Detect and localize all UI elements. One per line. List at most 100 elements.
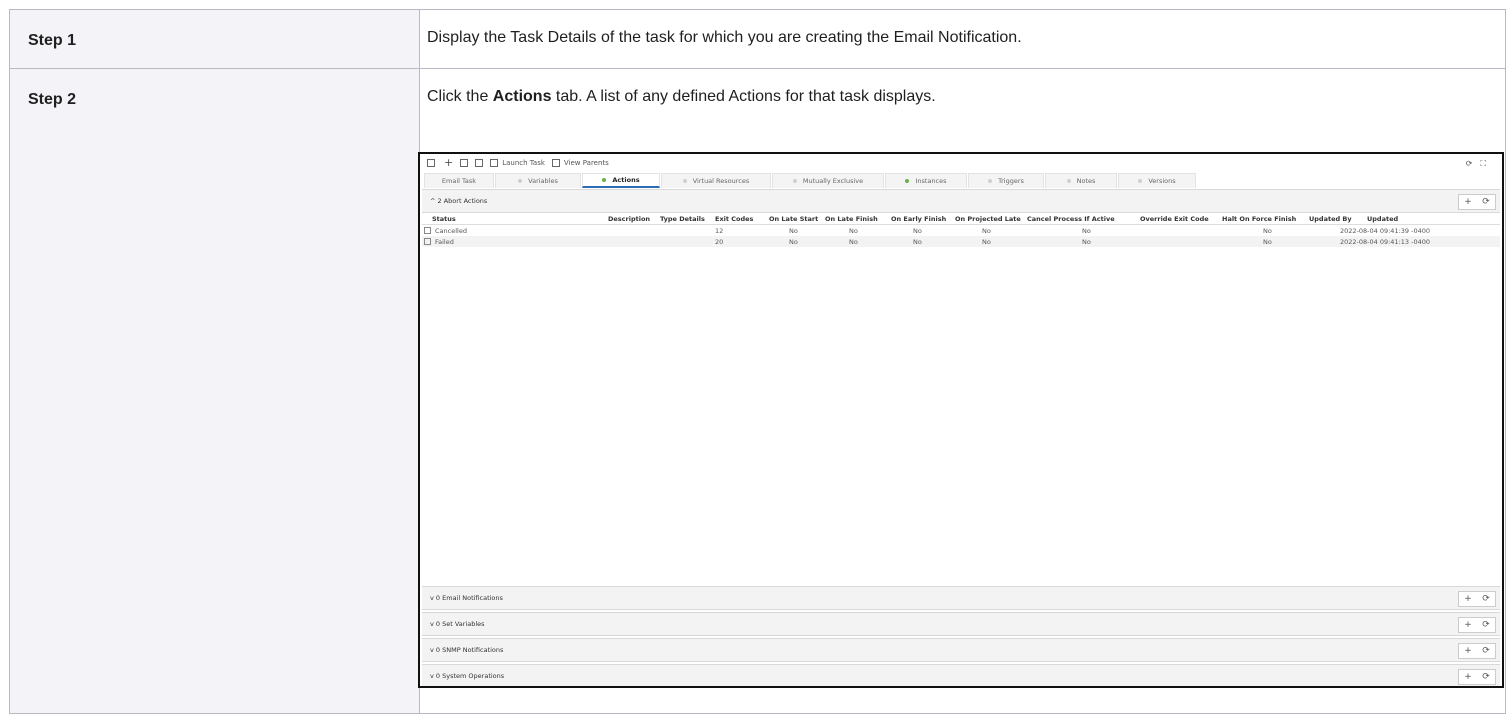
table-cell: No bbox=[982, 227, 991, 235]
status-dot-icon bbox=[518, 179, 523, 183]
section-title: 0 SNMP Notifications bbox=[433, 646, 504, 654]
table-cell: No bbox=[789, 238, 798, 246]
step-content-cell: Display the Task Details of the task for… bbox=[420, 10, 1505, 68]
column-header[interactable]: Description bbox=[608, 215, 650, 223]
actions-screenshot: + Launch Task View Parents ⟳⛶ Email Task… bbox=[418, 152, 1504, 688]
table-cell: 2022-08-04 09:41:13 -0400 bbox=[1340, 238, 1430, 246]
row-details-icon[interactable] bbox=[424, 238, 431, 245]
tab-email-task[interactable]: Email Task bbox=[424, 173, 494, 188]
task-toolbar: + Launch Task View Parents ⟳⛶ bbox=[420, 154, 1502, 172]
tab-label: Notes bbox=[1076, 177, 1096, 185]
section-label: v 0 System Operations bbox=[430, 672, 504, 680]
refresh-icon[interactable]: ⟳⛶ bbox=[1466, 159, 1494, 169]
step-text: Click the Actions tab. A list of any def… bbox=[427, 88, 936, 106]
column-header[interactable]: Halt On Force Finish bbox=[1222, 215, 1296, 223]
refresh-button[interactable]: ⟳ bbox=[1482, 197, 1490, 207]
tab-label: Triggers bbox=[998, 177, 1024, 185]
status-dot-icon bbox=[905, 179, 910, 183]
table-cell: No bbox=[1263, 238, 1272, 246]
table-cell: 20 bbox=[715, 238, 724, 246]
tab-virtual-resources[interactable]: Virtual Resources bbox=[661, 173, 771, 188]
section-title: 0 System Operations bbox=[433, 672, 505, 680]
column-header[interactable]: On Early Finish bbox=[891, 215, 946, 223]
add-icon[interactable]: + bbox=[444, 157, 453, 168]
chevron-up-icon: ^ bbox=[430, 197, 436, 205]
table-cell: No bbox=[849, 227, 858, 235]
table-cell: No bbox=[849, 238, 858, 246]
step-label-cell: Step 2 bbox=[10, 69, 420, 713]
section-buttons: + ⟳ bbox=[1458, 194, 1496, 210]
section-buttons: + ⟳ bbox=[1458, 591, 1496, 607]
step-label: Step 2 bbox=[28, 91, 77, 108]
table-row[interactable]: Cancelled 12 No No No No No No 2022-08-04 09:41:… bbox=[422, 225, 1500, 236]
column-header[interactable]: Updated By bbox=[1309, 215, 1352, 223]
section-label: v 0 SNMP Notifications bbox=[430, 646, 503, 654]
status-dot-icon bbox=[1138, 179, 1143, 183]
section-buttons: + ⟳ bbox=[1458, 643, 1496, 659]
column-header[interactable]: On Projected Late bbox=[955, 215, 1021, 223]
section-label: ^ 2 Abort Actions bbox=[430, 197, 487, 205]
abort-actions-section[interactable]: ^ 2 Abort Actions + ⟳ bbox=[422, 189, 1500, 213]
copy-icon[interactable] bbox=[460, 159, 469, 167]
column-header[interactable]: Updated bbox=[1367, 215, 1398, 223]
status-dot-icon bbox=[602, 178, 607, 182]
table-cell: Cancelled bbox=[424, 227, 467, 235]
add-button[interactable]: + bbox=[1464, 594, 1472, 604]
column-header[interactable]: Type Details bbox=[660, 215, 705, 223]
tab-label: Email Task bbox=[441, 177, 477, 185]
tab-label: Versions bbox=[1148, 177, 1176, 185]
tab-instances[interactable]: Instances bbox=[885, 173, 967, 188]
section-email-notifications[interactable]: v 0 Email Notifications + ⟳ bbox=[422, 586, 1500, 610]
refresh-button[interactable]: ⟳ bbox=[1482, 672, 1490, 682]
grid-header: Status Description Type Details Exit Codes O… bbox=[422, 213, 1500, 225]
section-system-operations[interactable]: v 0 System Operations + ⟳ bbox=[422, 664, 1500, 686]
add-button[interactable]: + bbox=[1464, 646, 1472, 656]
tab-label: Variables bbox=[528, 177, 558, 185]
step-text-before: Click the bbox=[427, 88, 493, 105]
step-text-after: tab. A list of any defined Actions for t… bbox=[551, 88, 936, 105]
tab-variables[interactable]: Variables bbox=[495, 173, 581, 188]
column-header[interactable]: On Late Finish bbox=[825, 215, 878, 223]
section-title: 0 Email Notifications bbox=[433, 594, 503, 602]
column-header[interactable]: Override Exit Code bbox=[1140, 215, 1209, 223]
tab-triggers[interactable]: Triggers bbox=[968, 173, 1044, 188]
tab-versions[interactable]: Versions bbox=[1118, 173, 1196, 188]
table-row[interactable]: Failed 20 No No No No No No 2022-08-04 09:41:13 … bbox=[422, 236, 1500, 247]
task-tabs: Email Task Variables Actions Virtual Resour… bbox=[424, 173, 1197, 188]
table-cell: No bbox=[1263, 227, 1272, 235]
table-cell: 2022-08-04 09:41:39 -0400 bbox=[1340, 227, 1430, 235]
status-dot-icon bbox=[1066, 179, 1071, 183]
save-icon[interactable] bbox=[427, 159, 435, 167]
launch-task-icon[interactable] bbox=[490, 159, 499, 167]
table-cell: No bbox=[789, 227, 798, 235]
add-button[interactable]: + bbox=[1464, 672, 1472, 682]
status-dot-icon bbox=[682, 179, 687, 183]
add-action-button[interactable]: + bbox=[1464, 197, 1472, 207]
table-cell: No bbox=[1082, 238, 1091, 246]
delete-icon[interactable] bbox=[475, 159, 484, 167]
column-header[interactable]: On Late Start bbox=[769, 215, 818, 223]
status-dot-icon bbox=[792, 179, 797, 183]
section-label: v 0 Set Variables bbox=[430, 620, 485, 628]
row-details-icon[interactable] bbox=[424, 227, 431, 234]
view-parents-icon[interactable] bbox=[551, 159, 560, 167]
tab-actions[interactable]: Actions bbox=[582, 173, 660, 188]
refresh-button[interactable]: ⟳ bbox=[1482, 620, 1490, 630]
table-cell: No bbox=[1082, 227, 1091, 235]
step-label: Step 1 bbox=[28, 32, 77, 49]
step-row-1: Step 1 Display the Task Details of the t… bbox=[10, 10, 1505, 69]
refresh-button[interactable]: ⟳ bbox=[1482, 594, 1490, 604]
refresh-button[interactable]: ⟳ bbox=[1482, 646, 1490, 656]
table-cell: 12 bbox=[715, 227, 724, 235]
tab-label: Instances bbox=[915, 177, 947, 185]
view-parents-button[interactable]: View Parents bbox=[564, 159, 609, 167]
section-set-variables[interactable]: v 0 Set Variables + ⟳ bbox=[422, 612, 1500, 636]
tab-mutually-exclusive[interactable]: Mutually Exclusive bbox=[772, 173, 884, 188]
launch-task-button[interactable]: Launch Task bbox=[502, 159, 545, 167]
column-header[interactable]: Cancel Process If Active bbox=[1027, 215, 1115, 223]
column-header[interactable]: Status bbox=[432, 215, 456, 223]
tab-notes[interactable]: Notes bbox=[1045, 173, 1117, 188]
section-snmp-notifications[interactable]: v 0 SNMP Notifications + ⟳ bbox=[422, 638, 1500, 662]
add-button[interactable]: + bbox=[1464, 620, 1472, 630]
column-header[interactable]: Exit Codes bbox=[715, 215, 753, 223]
